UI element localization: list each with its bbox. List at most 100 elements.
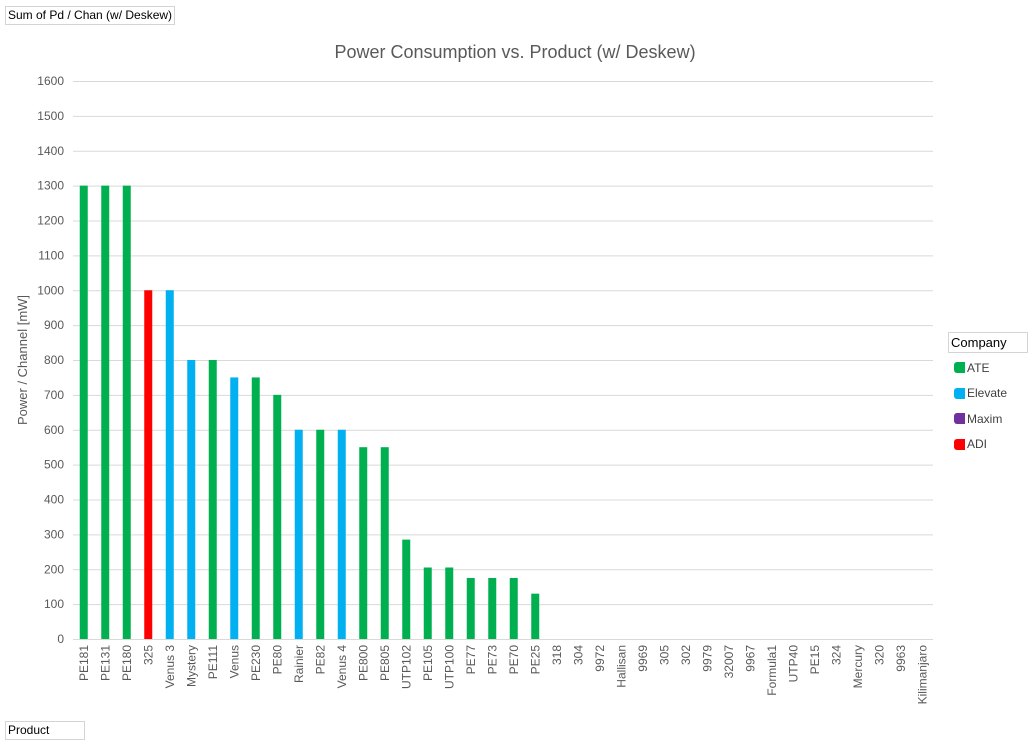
x-tick-label: Mercury (851, 645, 865, 688)
bar-ate-pe180 (122, 185, 131, 639)
gridlines (73, 81, 933, 640)
x-tick-label: 9963 (894, 645, 908, 672)
x-tick-label: 9979 (700, 645, 714, 672)
bar-ate-pe82 (316, 429, 325, 639)
x-tick-label: 318 (550, 645, 564, 665)
bar-elevate-venus-4 (337, 429, 346, 639)
chart-area: Power Consumption vs. Product (w/ Deskew… (15, 42, 933, 705)
x-tick-label: PE77 (464, 645, 478, 675)
y-tick-label: 700 (44, 388, 64, 402)
x-tick-label: 325 (141, 645, 155, 665)
y-tick-label: 800 (44, 353, 64, 367)
bar-elevate-rainier (294, 429, 303, 639)
x-tick-label: 304 (571, 645, 585, 665)
y-tick-label: 900 (44, 318, 64, 332)
bar-elevate-venus-3 (165, 290, 174, 639)
x-tick-label: PE15 (808, 645, 822, 675)
legend-item-ate: ATE (948, 355, 1028, 381)
y-tick-label: 400 (44, 493, 64, 507)
legend-label: Maxim (967, 411, 1003, 426)
x-tick-label: 305 (657, 645, 671, 665)
x-tick-label: 320 (872, 645, 886, 665)
x-tick-label: Rainier (292, 645, 306, 683)
x-tick-label: 32007 (722, 645, 736, 679)
bar-ate-pe25 (531, 593, 540, 639)
x-tick-label: Venus (227, 645, 241, 678)
x-tick-label: PE181 (77, 645, 91, 681)
x-tick-label: PE180 (120, 645, 134, 681)
legend-swatch (954, 387, 965, 399)
legend-item-elevate: Elevate (948, 381, 1028, 407)
bar-ate-pe105 (423, 567, 432, 639)
bar-ate-utp100 (445, 567, 454, 639)
legend-swatch (954, 413, 965, 425)
y-tick-label: 1000 (37, 283, 64, 297)
chart-title: Power Consumption vs. Product (w/ Deskew… (334, 42, 695, 62)
x-tick-label: 9969 (636, 645, 650, 672)
legend-label: ADI (967, 437, 988, 452)
bar-elevate-venus (230, 377, 239, 639)
y-tick-label: 1100 (38, 248, 64, 262)
y-axis-label: Power / Channel [mW] (15, 295, 30, 425)
y-axis-ticks: 0 100 200 300 400 500 600 700 800 900 1000 1100 1200… (37, 74, 64, 646)
bar-ate-pe805 (380, 447, 389, 639)
x-tick-label: 9967 (743, 645, 757, 672)
x-tick-label: PE800 (356, 645, 370, 681)
y-tick-label: 300 (44, 527, 64, 541)
x-tick-label: PE105 (421, 645, 435, 681)
y-tick-label: 1300 (37, 179, 64, 193)
legend: Company ATE Elevate Maxim ADI (948, 332, 1028, 457)
x-axis-ticks: PE181 PE131 PE180 325 Venus 3 Mystery PE111 Ven… (77, 645, 930, 705)
x-tick-label: PE82 (313, 645, 327, 675)
x-tick-label: PE80 (270, 645, 284, 675)
x-tick-label: Hallisan (614, 645, 628, 688)
bar-elevate-mystery (187, 360, 196, 639)
y-tick-label: 1600 (37, 74, 64, 88)
x-tick-label: PE230 (249, 645, 263, 681)
x-tick-label: PE73 (485, 645, 499, 675)
legend-swatch (954, 438, 965, 450)
bar-adi-325 (144, 290, 153, 639)
x-tick-label: PE25 (528, 645, 542, 675)
bar-ate-pe181 (79, 185, 88, 639)
y-tick-label: 200 (44, 562, 64, 576)
legend-title-button[interactable]: Company (948, 332, 1028, 353)
y-tick-label: 100 (44, 597, 64, 611)
legend-label: ATE (967, 360, 990, 375)
x-tick-label: Mystery (184, 645, 198, 687)
y-tick-label: 600 (44, 423, 64, 437)
legend-label: Elevate (967, 386, 1008, 401)
bar-ate-pe77 (466, 577, 475, 639)
x-tick-label: UTP40 (786, 645, 800, 683)
x-tick-label: PE131 (98, 645, 112, 681)
bar-ate-utp102 (402, 539, 411, 639)
x-tick-label: Kilimanjaro (915, 645, 929, 705)
legend-swatch (954, 362, 965, 374)
legend-item-adi: ADI (948, 432, 1028, 458)
x-tick-label: Venus 4 (335, 645, 349, 689)
bar-ate-pe111 (208, 360, 217, 639)
axis-field-button[interactable]: Product (5, 721, 85, 740)
x-tick-label: Formula1 (765, 645, 779, 696)
x-tick-label: Venus 3 (163, 645, 177, 689)
bar-ate-pe800 (359, 447, 368, 639)
x-tick-label: PE111 (206, 645, 220, 680)
bar-ate-pe131 (101, 185, 110, 639)
y-tick-label: 1200 (37, 214, 64, 228)
bar-ate-pe230 (251, 377, 260, 639)
y-tick-label: 0 (57, 632, 64, 646)
x-tick-label: PE805 (378, 645, 392, 681)
x-tick-label: 9972 (593, 645, 607, 672)
x-tick-label: UTP102 (399, 645, 413, 689)
x-tick-label: 324 (829, 645, 843, 665)
x-tick-label: PE70 (507, 645, 521, 675)
bar-ate-pe70 (509, 577, 518, 639)
legend-item-maxim: Maxim (948, 406, 1028, 432)
y-tick-label: 1400 (37, 144, 64, 158)
bar-ate-pe73 (488, 577, 497, 639)
y-tick-label: 1500 (37, 109, 64, 123)
bar-ate-pe80 (273, 394, 282, 639)
bars (79, 185, 540, 639)
x-tick-label: UTP100 (442, 645, 456, 689)
y-tick-label: 500 (44, 458, 64, 472)
